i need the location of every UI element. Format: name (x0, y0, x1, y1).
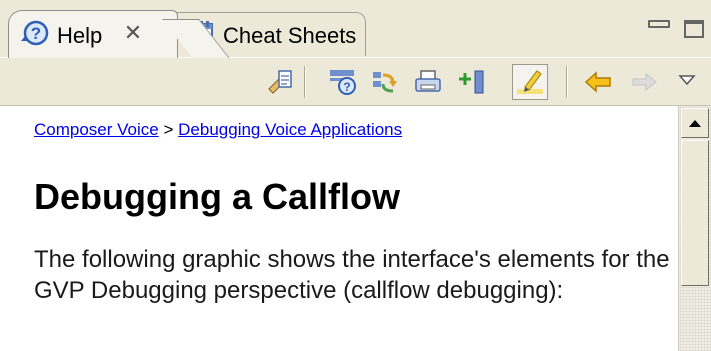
minimize-icon[interactable] (648, 20, 670, 28)
svg-text:?: ? (31, 24, 41, 43)
breadcrumb: Composer Voice > Debugging Voice Applica… (34, 120, 402, 140)
page-title: Debugging a Callflow (34, 176, 400, 217)
help-content: Composer Voice > Debugging Voice Applica… (0, 106, 676, 351)
breadcrumb-separator: > (163, 120, 174, 139)
help-toolbar: ? (0, 58, 711, 106)
view-menu-icon[interactable] (672, 64, 702, 100)
bookmark-document-icon[interactable] (454, 64, 490, 100)
vertical-scrollbar[interactable] (678, 106, 711, 351)
close-icon[interactable]: ✕ (123, 22, 143, 44)
help-view: Cheat Sheets ? Help ✕ ? Composer Voice >… (0, 0, 711, 351)
scroll-thumb[interactable] (681, 140, 709, 286)
help-icon: ? (19, 19, 49, 47)
breadcrumb-link-debugging-voice-applications[interactable]: Debugging Voice Applications (178, 120, 402, 139)
highlight-search-terms-icon[interactable] (512, 64, 548, 100)
print-icon[interactable] (410, 64, 446, 100)
toolbar-separator (566, 66, 568, 98)
scroll-up-button[interactable] (681, 108, 709, 138)
tab-strip: Cheat Sheets ? Help ✕ (0, 0, 711, 58)
tab-help-label: Help (57, 23, 103, 48)
sync-with-table-of-contents-icon[interactable] (366, 64, 402, 100)
tab-cheat-sheets-label: Cheat Sheets (223, 23, 357, 48)
page-body-text: The following graphic shows the interfac… (34, 246, 670, 304)
breadcrumb-link-composer-voice[interactable]: Composer Voice (34, 120, 159, 139)
show-in-all-topics-icon[interactable] (262, 64, 298, 100)
forward-icon[interactable] (626, 64, 662, 100)
maximize-icon[interactable] (684, 20, 704, 38)
svg-text:?: ? (343, 80, 350, 94)
back-icon[interactable] (580, 64, 616, 100)
toolbar-separator (304, 66, 306, 98)
show-all-topics-icon[interactable]: ? (324, 64, 360, 100)
tab-help[interactable]: ? Help ✕ (8, 10, 178, 58)
